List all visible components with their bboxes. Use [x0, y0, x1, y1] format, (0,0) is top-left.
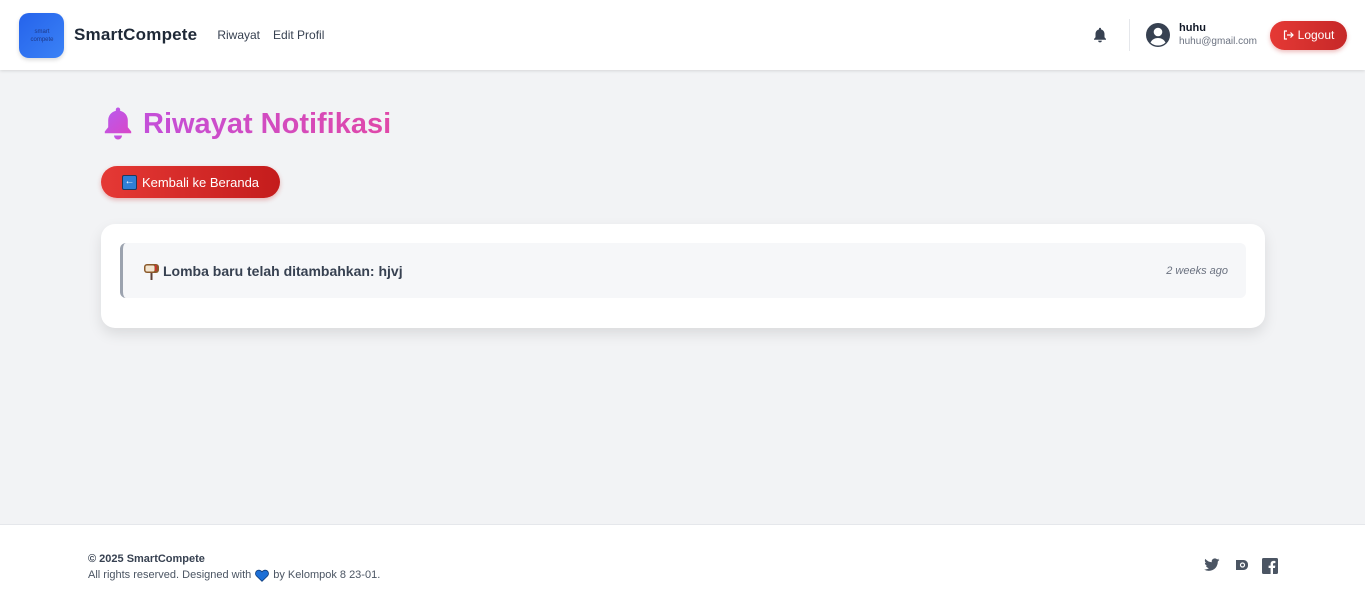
user-info: huhu huhu@gmail.com — [1179, 22, 1257, 48]
logo-icon: smart compete — [30, 29, 54, 43]
instagram-icon[interactable] — [1233, 558, 1250, 575]
heart-icon — [255, 569, 270, 582]
footer-copyright: © 2025 SmartCompete — [88, 553, 205, 565]
facebook-icon[interactable] — [1262, 558, 1279, 575]
user-avatar-icon — [1146, 23, 1171, 47]
logo-text-compete: compete — [30, 37, 54, 43]
twitter-icon[interactable] — [1204, 558, 1221, 575]
notification-bell-button[interactable] — [1089, 24, 1111, 46]
header-divider — [1129, 19, 1131, 51]
app-logo[interactable]: smart compete — [19, 12, 64, 58]
back-button-label: Kembali ke Beranda — [141, 174, 260, 190]
user-email: huhu@gmail.com — [1179, 36, 1257, 47]
main-nav: Riwayat Edit Profil — [217, 28, 324, 42]
logout-label: Logout — [1297, 28, 1335, 42]
nav-link-riwayat[interactable]: Riwayat — [217, 28, 260, 42]
bell-icon — [1094, 27, 1107, 43]
logo-text-smart: smart — [34, 29, 49, 35]
user-name: huhu — [1179, 22, 1206, 34]
logout-icon — [1283, 30, 1294, 40]
notification-item[interactable]: Lomba baru telah ditambahkan: hjvj 2 wee… — [120, 243, 1246, 298]
back-to-home-button[interactable]: ← Kembali ke Beranda — [101, 166, 280, 198]
brand-name[interactable]: SmartCompete — [74, 25, 197, 45]
footer: © 2025 SmartCompete All rights reserved.… — [0, 524, 1365, 604]
top-navbar: smart compete SmartCompete Riwayat Edit … — [0, 0, 1365, 70]
social-links — [1204, 558, 1279, 575]
footer-rights-suffix: by Kelompok 8 23-01. — [273, 569, 381, 581]
footer-rights: All rights reserved. Designed with by Ke… — [88, 567, 380, 583]
user-menu[interactable]: huhu huhu@gmail.com — [1145, 22, 1257, 48]
notification-card: Lomba baru telah ditambahkan: hjvj 2 wee… — [101, 224, 1265, 328]
nav-link-edit-profil[interactable]: Edit Profil — [273, 28, 324, 42]
notification-text: Lomba baru telah ditambahkan: hjvj — [163, 262, 403, 279]
footer-rights-prefix: All rights reserved. Designed with — [88, 569, 252, 581]
logout-button[interactable]: Logout — [1270, 20, 1347, 50]
page-header: Riwayat Notifikasi — [101, 106, 391, 142]
bell-icon — [104, 107, 132, 140]
header-right: huhu huhu@gmail.com Logout — [1089, 0, 1347, 70]
page-title: Riwayat Notifikasi — [143, 107, 392, 140]
left-arrow-icon: ← — [121, 174, 137, 190]
notification-time: 2 weeks ago — [1166, 264, 1228, 277]
mailbox-icon — [144, 263, 159, 280]
footer-left: © 2025 SmartCompete All rights reserved.… — [88, 551, 380, 583]
